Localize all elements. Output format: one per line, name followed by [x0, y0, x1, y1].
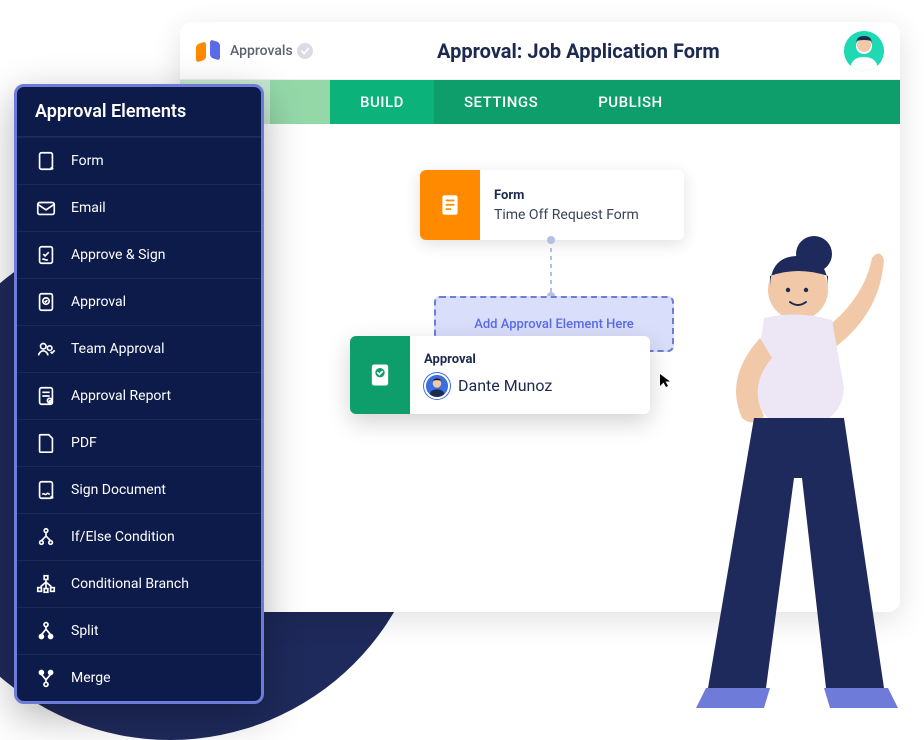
assignee-name: Dante Munoz [458, 376, 552, 395]
tab-bar: BUILD SETTINGS PUBLISH [180, 80, 900, 124]
panel-item-label: Team Approval [71, 341, 165, 357]
panel-item-label: Approval [71, 294, 126, 310]
split-icon [35, 620, 57, 642]
flow-node-form[interactable]: Form Time Off Request Form [420, 170, 684, 240]
approval-icon [350, 336, 410, 414]
page-title: Approval: Job Application Form [313, 39, 844, 63]
cursor-icon [658, 372, 674, 392]
flow-node-approval[interactable]: Approval Dante Munoz [350, 336, 650, 414]
panel-item-branch[interactable]: Conditional Branch [17, 560, 261, 607]
panel-item-label: If/Else Condition [71, 529, 175, 545]
panel-item-label: Form [71, 153, 104, 169]
panel-item-label: Conditional Branch [71, 576, 189, 592]
ifelse-icon [35, 526, 57, 548]
tab-spacer [270, 80, 330, 124]
sign-document-icon [35, 479, 57, 501]
approval-report-icon [35, 385, 57, 407]
panel-title: Approval Elements [17, 87, 261, 137]
panel-item-team-approval[interactable]: Team Approval [17, 325, 261, 372]
user-avatar[interactable] [844, 31, 884, 71]
tab-build[interactable]: BUILD [330, 80, 434, 124]
approve-sign-icon [35, 244, 57, 266]
merge-icon [35, 667, 57, 689]
flow-connector [550, 240, 552, 296]
panel-item-ifelse[interactable]: If/Else Condition [17, 513, 261, 560]
approval-icon [35, 291, 57, 313]
panel-item-label: Merge [71, 670, 111, 686]
panel-item-split[interactable]: Split [17, 607, 261, 654]
team-approval-icon [35, 338, 57, 360]
panel-item-label: PDF [71, 435, 97, 451]
panel-item-label: Approval Report [71, 388, 171, 404]
form-node-title: Form [494, 188, 639, 203]
panel-item-label: Split [71, 623, 99, 639]
verified-badge-icon [297, 43, 313, 59]
approval-node-title: Approval [424, 352, 552, 367]
svg-text:PDF: PDF [41, 443, 51, 449]
email-icon [35, 197, 57, 219]
logo-icon [196, 39, 220, 63]
form-icon [35, 150, 57, 172]
panel-item-approval-report[interactable]: Approval Report [17, 372, 261, 419]
assignee-avatar [424, 373, 450, 399]
panel-item-label: Email [71, 200, 106, 216]
panel-item-approval[interactable]: Approval [17, 278, 261, 325]
elements-panel: Approval Elements Form Email Approve & Sig… [14, 84, 264, 704]
branch-icon [35, 573, 57, 595]
form-icon [420, 170, 480, 240]
window-header: Approvals Approval: Job Application Form [180, 22, 900, 80]
panel-item-label: Sign Document [71, 482, 166, 498]
form-node-subtitle: Time Off Request Form [494, 207, 639, 223]
panel-item-email[interactable]: Email [17, 184, 261, 231]
panel-item-label: Approve & Sign [71, 247, 165, 263]
product-label: Approvals [230, 43, 293, 59]
panel-item-merge[interactable]: Merge [17, 654, 261, 701]
tab-settings[interactable]: SETTINGS [434, 80, 568, 124]
panel-item-pdf[interactable]: PDF PDF [17, 419, 261, 466]
tab-publish[interactable]: PUBLISH [568, 80, 692, 124]
panel-item-approve-sign[interactable]: Approve & Sign [17, 231, 261, 278]
pdf-icon: PDF [35, 432, 57, 454]
panel-item-sign-document[interactable]: Sign Document [17, 466, 261, 513]
decorative-person-illustration [694, 218, 914, 718]
panel-item-form[interactable]: Form [17, 137, 261, 184]
